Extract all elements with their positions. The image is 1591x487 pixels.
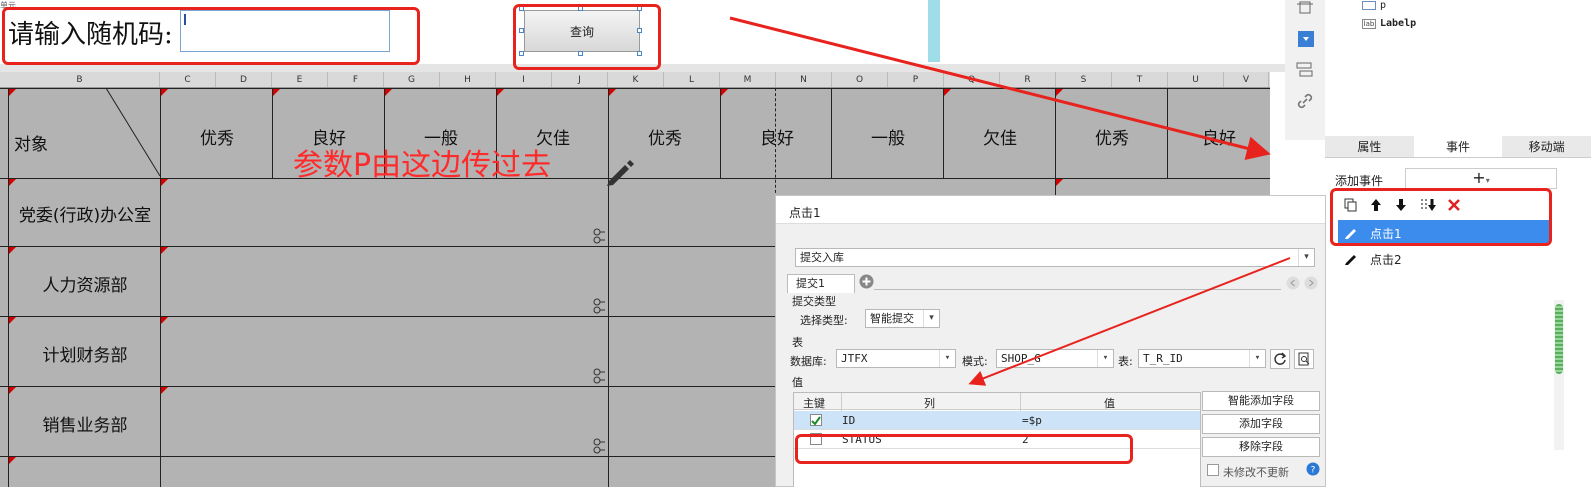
arrow-to-fields	[968, 257, 1291, 386]
annotation-arrows	[729, 16, 1291, 386]
arrow-to-events	[729, 16, 1271, 160]
